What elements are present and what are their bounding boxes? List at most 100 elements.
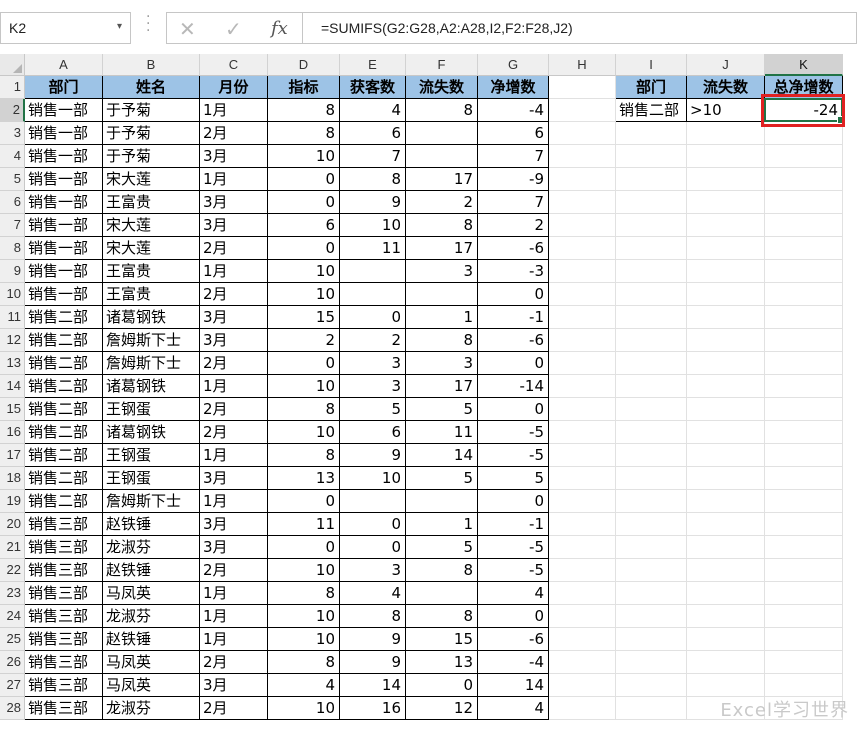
row-header[interactable]: 15 [0,398,25,421]
empty-cell[interactable] [687,490,765,513]
row-header[interactable]: 8 [0,237,25,260]
empty-cell[interactable] [616,490,687,513]
table-cell[interactable]: 9 [340,191,406,214]
table-cell[interactable]: 2 [340,329,406,352]
table-cell[interactable]: 5 [406,398,478,421]
empty-cell[interactable] [765,674,843,697]
empty-cell[interactable] [616,421,687,444]
empty-cell[interactable] [549,651,616,674]
table-header-cell[interactable]: 指标 [268,76,340,99]
empty-cell[interactable] [549,490,616,513]
empty-cell[interactable] [765,582,843,605]
table-cell[interactable]: 销售一部 [25,237,103,260]
empty-cell[interactable] [765,628,843,651]
empty-cell[interactable] [765,467,843,490]
empty-cell[interactable] [616,329,687,352]
table-cell[interactable]: 8 [406,605,478,628]
table-cell[interactable]: 销售三部 [25,674,103,697]
table-cell[interactable]: 销售二部 [25,329,103,352]
empty-cell[interactable] [616,191,687,214]
empty-cell[interactable] [549,237,616,260]
table-cell[interactable]: 马凤英 [103,582,200,605]
table-cell[interactable]: 0 [478,398,549,421]
table-cell[interactable]: 10 [268,559,340,582]
table-cell[interactable] [340,490,406,513]
table-cell[interactable]: 10 [268,605,340,628]
table-cell[interactable]: 销售三部 [25,559,103,582]
table-cell[interactable]: 4 [478,697,549,720]
table-cell[interactable]: 10 [268,375,340,398]
table-cell[interactable]: -6 [478,628,549,651]
table-cell[interactable]: 0 [340,513,406,536]
empty-cell[interactable] [765,191,843,214]
table-cell[interactable]: 销售二部 [25,306,103,329]
table-cell[interactable]: 3月 [200,674,268,697]
table-cell[interactable]: 11 [340,237,406,260]
table-cell[interactable]: 宋大莲 [103,168,200,191]
table-cell[interactable]: 10 [340,467,406,490]
table-cell[interactable]: 销售一部 [25,122,103,145]
table-cell[interactable]: 5 [478,467,549,490]
table-cell[interactable]: 8 [268,444,340,467]
empty-cell[interactable] [549,467,616,490]
empty-cell[interactable] [687,444,765,467]
table-cell[interactable] [406,122,478,145]
empty-cell[interactable] [765,237,843,260]
empty-cell[interactable] [549,122,616,145]
table-cell[interactable]: 3 [406,352,478,375]
empty-cell[interactable] [765,651,843,674]
table-cell[interactable]: 2月 [200,122,268,145]
table-cell[interactable]: 0 [340,536,406,559]
table-cell[interactable]: 8 [268,582,340,605]
row-header[interactable]: 5 [0,168,25,191]
table-cell[interactable]: 1月 [200,490,268,513]
table-cell[interactable]: 10 [268,628,340,651]
empty-cell[interactable] [549,398,616,421]
table-cell[interactable] [406,490,478,513]
table-cell[interactable]: 于予菊 [103,145,200,168]
empty-cell[interactable] [765,168,843,191]
table-cell[interactable]: 诸葛钢铁 [103,421,200,444]
table-cell[interactable]: 6 [268,214,340,237]
table-cell[interactable]: 0 [478,352,549,375]
table-cell[interactable]: 0 [268,191,340,214]
empty-cell[interactable] [616,467,687,490]
row-header[interactable]: 28 [0,697,25,720]
row-header[interactable]: 22 [0,559,25,582]
empty-cell[interactable] [549,306,616,329]
empty-cell[interactable] [616,559,687,582]
table-cell[interactable]: 销售一部 [25,191,103,214]
empty-cell[interactable] [687,191,765,214]
table-cell[interactable]: -6 [478,237,549,260]
table-cell[interactable]: 詹姆斯下士 [103,352,200,375]
empty-cell[interactable] [687,122,765,145]
empty-cell[interactable] [687,559,765,582]
empty-cell[interactable] [765,513,843,536]
row-header[interactable]: 1 [0,76,25,99]
table-cell[interactable]: -5 [478,444,549,467]
table-cell[interactable]: 销售一部 [25,168,103,191]
row-header[interactable]: 10 [0,283,25,306]
empty-cell[interactable] [616,145,687,168]
empty-cell[interactable] [616,697,687,720]
table-cell[interactable]: 12 [406,697,478,720]
table-cell[interactable]: 2 [478,214,549,237]
table-cell[interactable]: 0 [268,237,340,260]
criteria-cell[interactable]: >10 [687,99,765,122]
row-header[interactable]: 25 [0,628,25,651]
table-cell[interactable]: 17 [406,168,478,191]
table-cell[interactable]: 销售三部 [25,651,103,674]
table-cell[interactable]: 17 [406,237,478,260]
column-header-b[interactable]: B [103,54,200,76]
row-header[interactable]: 14 [0,375,25,398]
table-cell[interactable]: -1 [478,513,549,536]
empty-cell[interactable] [687,237,765,260]
table-cell[interactable]: 0 [478,605,549,628]
table-cell[interactable]: 销售二部 [25,398,103,421]
empty-cell[interactable] [687,421,765,444]
table-cell[interactable]: 诸葛钢铁 [103,375,200,398]
enter-icon[interactable]: ✓ [225,17,242,41]
empty-cell[interactable] [549,697,616,720]
table-cell[interactable]: 销售一部 [25,283,103,306]
table-cell[interactable]: -5 [478,421,549,444]
